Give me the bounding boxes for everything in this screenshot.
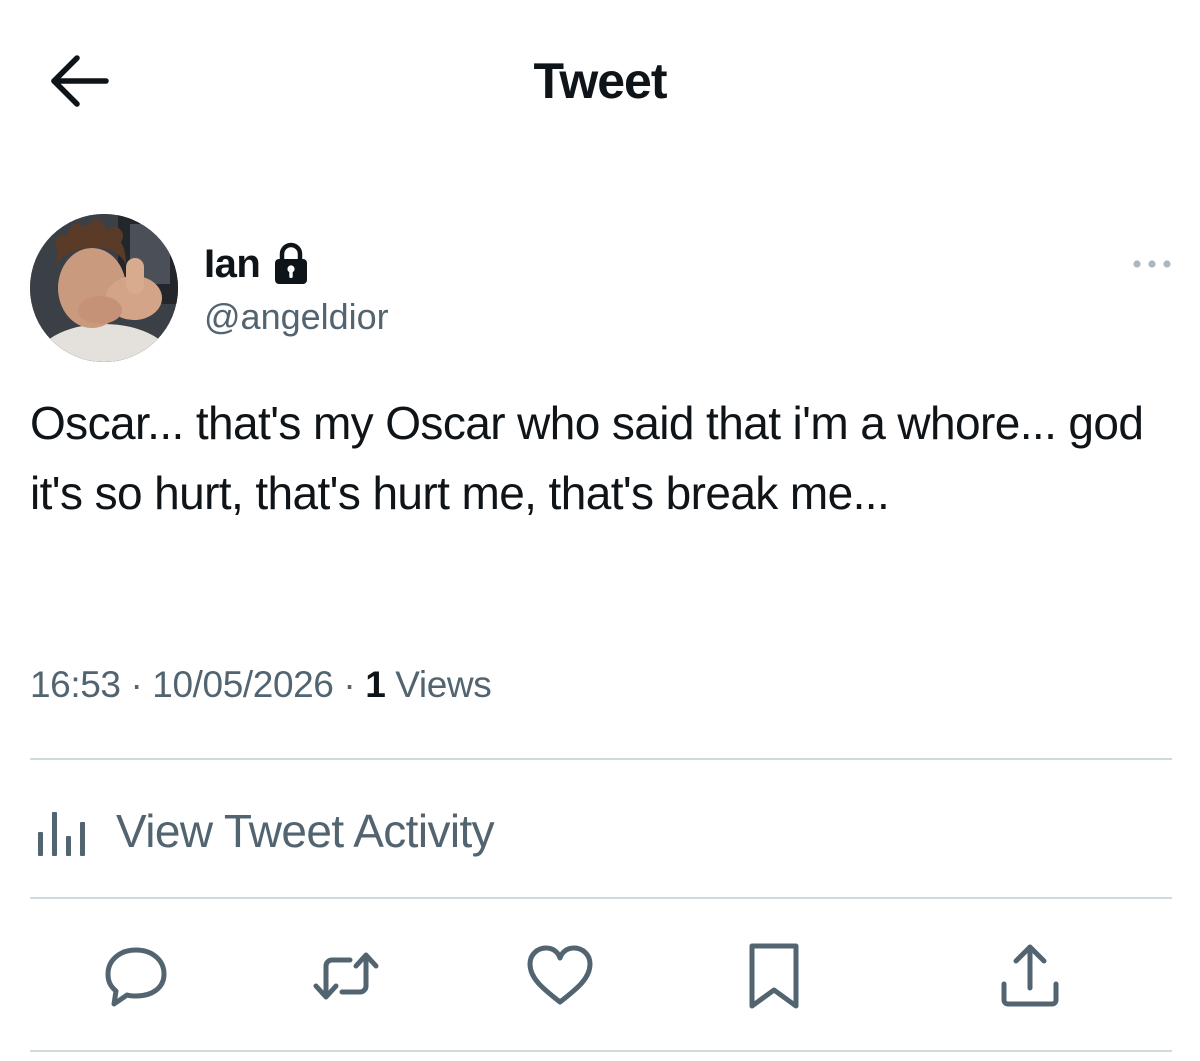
retweet-icon: [313, 952, 379, 1000]
reply-icon: [105, 947, 167, 1007]
display-name[interactable]: Ian: [204, 242, 261, 287]
tweet-date[interactable]: 10/05/2026: [152, 664, 334, 705]
bookmark-button[interactable]: [734, 936, 814, 1016]
activity-label: View Tweet Activity: [116, 805, 495, 857]
heart-icon: [527, 945, 593, 1005]
profile-photo: [30, 214, 178, 362]
tweet-text: Oscar... that's my Oscar who said that i…: [30, 397, 1156, 519]
tweet-time[interactable]: 16:53: [30, 664, 121, 705]
share-button[interactable]: [990, 936, 1070, 1016]
bar-chart-icon: [38, 812, 85, 856]
view-tweet-activity-link[interactable]: View Tweet Activity: [30, 796, 495, 866]
tweet-meta: 16:53 · 10/05/2026 · 1 Views: [30, 664, 492, 706]
page-title: Tweet: [533, 53, 668, 109]
divider: [30, 897, 1172, 899]
avatar[interactable]: [30, 214, 178, 362]
top-bar: Tweet: [0, 0, 1200, 160]
meta-separator: ·: [130, 664, 143, 705]
author-name-row: Ian: [204, 236, 310, 292]
like-button[interactable]: [520, 936, 600, 1016]
divider: [30, 1050, 1172, 1052]
user-handle[interactable]: @angeldior: [204, 296, 389, 338]
retweet-button[interactable]: [306, 936, 386, 1016]
meta-separator: ·: [343, 664, 356, 705]
bookmark-icon: [749, 943, 799, 1009]
views-count: 1: [365, 664, 386, 705]
more-dots-icon: [1133, 260, 1171, 268]
views-label: Views: [395, 664, 492, 705]
share-icon: [1001, 944, 1059, 1007]
divider: [30, 758, 1172, 760]
lock-icon: [272, 242, 310, 286]
more-options-button[interactable]: [1126, 246, 1178, 282]
reply-button[interactable]: [96, 936, 176, 1016]
